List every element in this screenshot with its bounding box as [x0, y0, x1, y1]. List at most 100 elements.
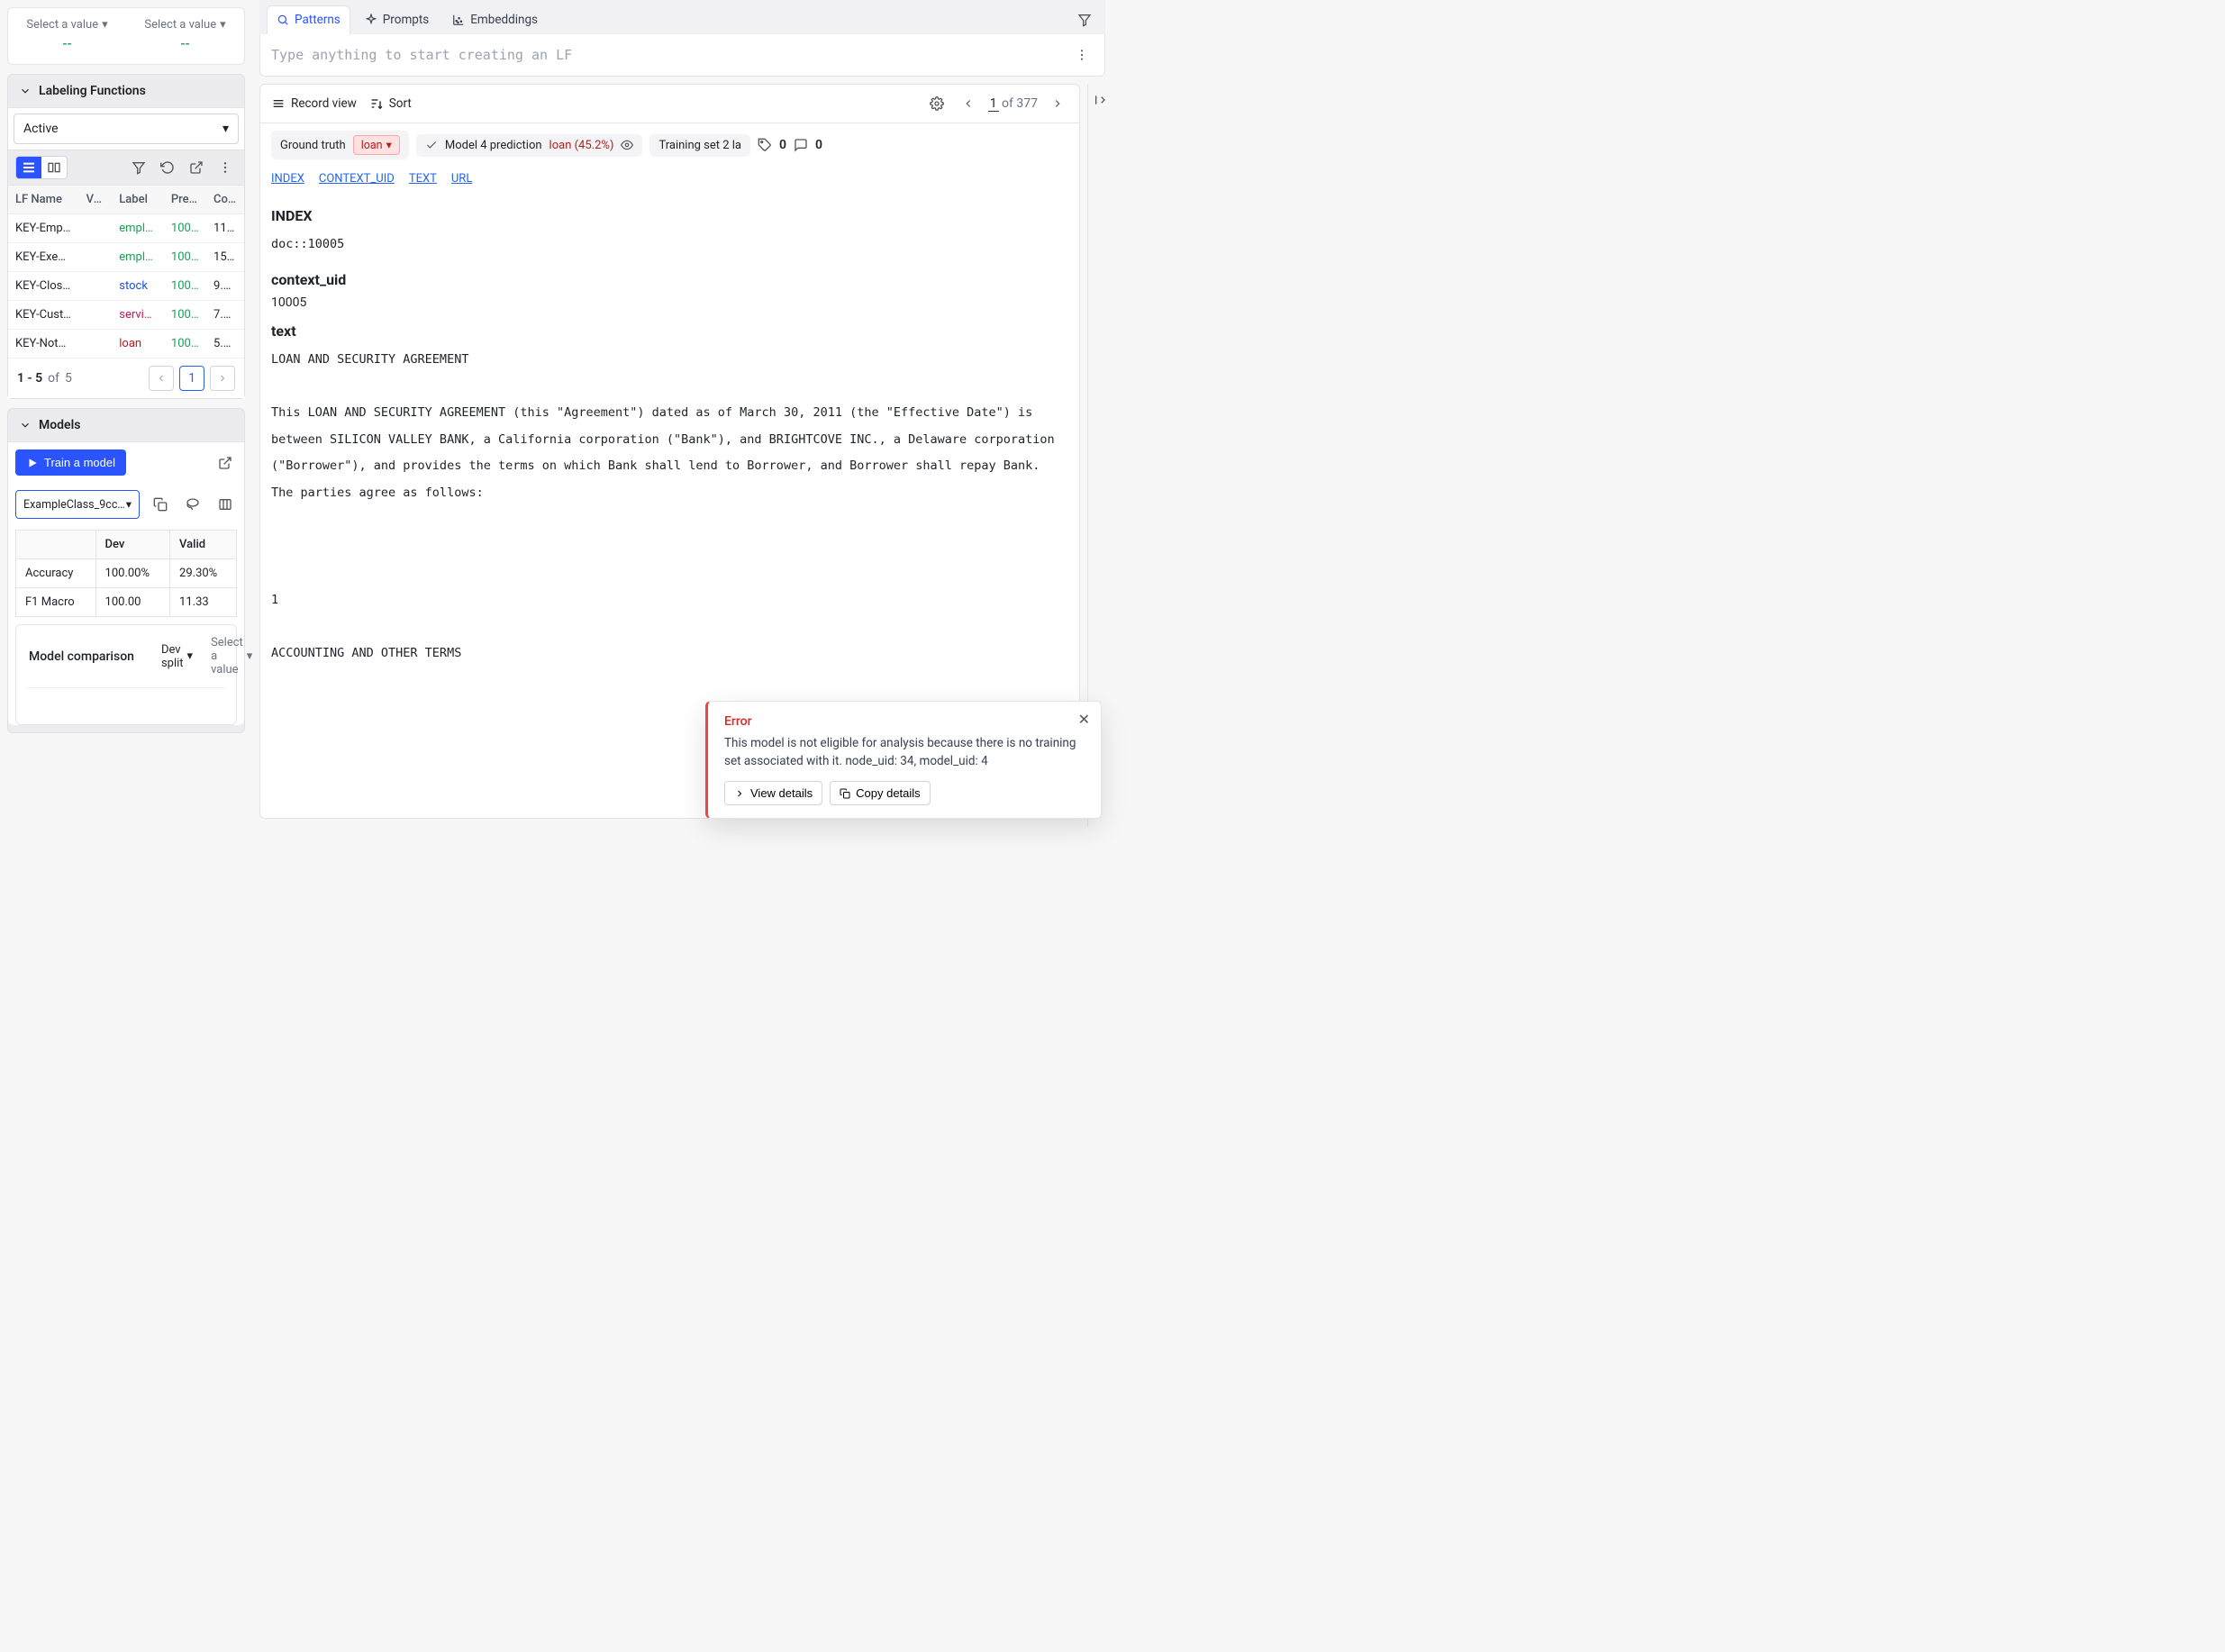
select-value-1-value: --	[12, 37, 123, 51]
lf-col-cov[interactable]: Covera…	[206, 186, 244, 214]
list-icon	[22, 160, 36, 175]
open-external-button[interactable]	[185, 156, 208, 179]
table-row[interactable]: KEY-Note-text-suggeste…loan100.0%5.57%	[8, 330, 244, 359]
lf-filter-dropdown[interactable]: Active ▾	[14, 113, 239, 144]
table-row[interactable]: KEY-Customer-text-sugg…services100.0%7.1…	[8, 301, 244, 330]
sort-button[interactable]: Sort	[369, 96, 412, 111]
lf-col-prec[interactable]: Prec. (G…	[164, 186, 206, 214]
tab-patterns-label: Patterns	[295, 13, 341, 27]
tag-icon[interactable]	[758, 138, 772, 152]
lf-create-input[interactable]	[271, 47, 1063, 63]
model-comparison-title: Model comparison	[29, 649, 134, 664]
metric-dev: 100.00	[95, 588, 170, 617]
card-view-toggle[interactable]	[41, 157, 67, 178]
filter-button[interactable]	[127, 156, 150, 179]
list-view-toggle[interactable]	[16, 157, 41, 178]
copy-icon	[840, 788, 850, 799]
tab-embeddings-label: Embeddings	[470, 13, 538, 27]
eye-icon	[621, 139, 633, 151]
refresh-button[interactable]	[156, 156, 179, 179]
filter-icon	[1077, 13, 1092, 27]
toast-close[interactable]: ✕	[1078, 711, 1090, 728]
toast-body: This model is not eligible for analysis …	[724, 734, 1086, 771]
toast-copy-details[interactable]: Copy details	[830, 781, 931, 805]
gt-pill[interactable]: loan ▾	[353, 135, 400, 155]
tab-prompts-label: Prompts	[383, 13, 429, 27]
columns-button[interactable]	[213, 493, 237, 516]
lf-input-more[interactable]	[1070, 43, 1094, 67]
prediction-chip[interactable]: Model 4 prediction loan (45.2%)	[416, 134, 643, 157]
model-select[interactable]: ExampleClass_9cc1c866-75a6-4f83-8ee6-db2…	[15, 490, 140, 519]
metrics-col-blank	[16, 531, 96, 559]
field-link-context-uid[interactable]: CONTEXT_UID	[319, 172, 395, 186]
lf-prec: 100.0%	[164, 330, 206, 359]
model-select-value: ExampleClass_9cc1c866-75a6-4f83-8ee6-db2…	[23, 498, 126, 512]
lf-col-name[interactable]: LF Name	[8, 186, 79, 214]
tab-prompts[interactable]: Prompts	[356, 6, 438, 33]
page-current[interactable]: 1	[179, 366, 204, 391]
split-select[interactable]: Dev split ▾	[161, 643, 193, 670]
lf-voted	[79, 330, 113, 359]
caret-down-icon: ▾	[102, 18, 108, 32]
table-row: F1 Macro100.0011.33	[16, 588, 237, 617]
field-link-url[interactable]: URL	[451, 172, 472, 186]
columns-icon	[218, 497, 232, 512]
record-settings[interactable]	[925, 92, 949, 115]
lf-voted	[79, 214, 113, 243]
copy-model-button[interactable]	[149, 493, 172, 516]
train-model-label: Train a model	[44, 456, 115, 469]
lasso-button[interactable]	[181, 493, 204, 516]
train-model-button[interactable]: Train a model	[15, 449, 126, 476]
record-prev[interactable]	[958, 93, 979, 114]
lf-col-voted[interactable]: Voted	[79, 186, 113, 214]
select-value-2[interactable]: Select a value ▾	[144, 18, 225, 32]
lf-label: employment	[112, 243, 164, 272]
labeling-functions-header[interactable]: Labeling Functions	[8, 75, 244, 107]
filter-icon	[132, 160, 146, 175]
more-vertical-icon	[1075, 48, 1089, 62]
models-header[interactable]: Models	[8, 409, 244, 441]
page-total: 5	[65, 371, 72, 386]
tab-patterns[interactable]: Patterns	[267, 5, 350, 34]
record-next[interactable]	[1047, 93, 1068, 114]
chevron-left-icon	[156, 373, 167, 384]
error-toast: ✕ Error This model is not eligible for a…	[705, 701, 1102, 820]
lf-cov: 9.28%	[206, 272, 244, 301]
split-chip[interactable]: Training set 2 la	[649, 134, 750, 157]
page-prev[interactable]	[149, 366, 174, 391]
table-row[interactable]: KEY-Employee shall-text-…employment100.0…	[8, 214, 244, 243]
lf-label: loan	[112, 330, 164, 359]
lf-cov: 15.6%	[206, 243, 244, 272]
field-link-index[interactable]: INDEX	[271, 172, 304, 186]
comment-icon[interactable]	[794, 138, 808, 152]
lf-name: KEY-Executive shall-text-…	[8, 243, 79, 272]
tab-embeddings[interactable]: Embeddings	[443, 6, 547, 33]
index-heading: INDEX	[271, 207, 1068, 224]
lf-col-label[interactable]: Label	[112, 186, 164, 214]
chevron-down-icon	[19, 419, 32, 431]
ground-truth-chip[interactable]: Ground truth loan ▾	[271, 131, 409, 159]
table-row[interactable]: KEY-Executive shall-text-…employment100.…	[8, 243, 244, 272]
record-page-num: 1 of 377	[988, 96, 1038, 111]
page-next[interactable]	[210, 366, 235, 391]
index-value: doc::10005	[271, 231, 1068, 259]
lf-filter-value: Active	[23, 122, 59, 136]
tabs-filter-button[interactable]	[1073, 8, 1096, 32]
more-button[interactable]	[213, 156, 237, 179]
lf-name: KEY-Closing Date-text-su…	[8, 272, 79, 301]
select-value-1[interactable]: Select a value ▾	[26, 18, 107, 32]
lf-name: KEY-Note-text-suggeste…	[8, 330, 79, 359]
lasso-icon	[186, 497, 200, 512]
compare-value-select[interactable]: Select a value ▾	[211, 636, 252, 676]
model-comparison-card: Model comparison Dev split ▾ Select a va…	[15, 624, 237, 725]
collapse-icon	[1094, 93, 1108, 107]
context-uid-value: 10005	[271, 295, 1068, 310]
table-row[interactable]: KEY-Closing Date-text-su…stock100.0%9.28…	[8, 272, 244, 301]
lf-label: stock	[112, 272, 164, 301]
models-external-button[interactable]	[213, 451, 237, 475]
toast-view-details[interactable]: View details	[724, 781, 822, 805]
field-link-text[interactable]: TEXT	[409, 172, 437, 186]
play-icon	[26, 457, 39, 469]
record-view-button[interactable]: Record view	[271, 96, 357, 111]
sort-icon	[369, 96, 384, 111]
